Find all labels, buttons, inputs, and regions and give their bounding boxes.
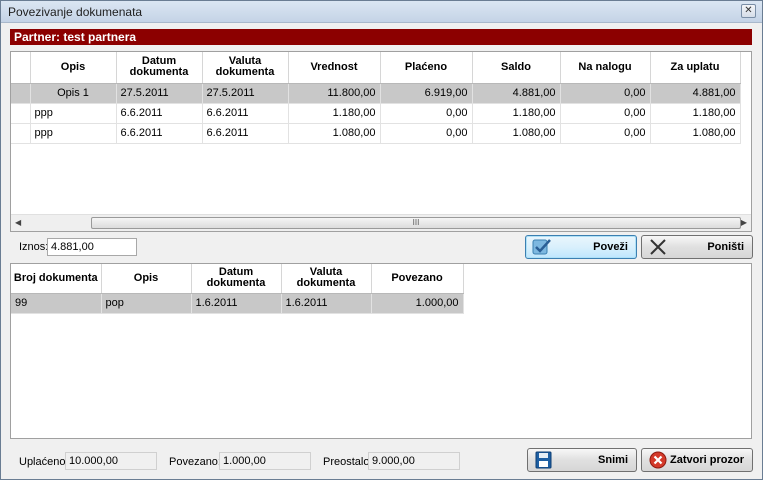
- povezi-button[interactable]: Poveži: [525, 235, 637, 259]
- povezano-field: 1.000,00: [219, 452, 311, 470]
- cell-za-uplatu: 1.080,00: [650, 123, 741, 144]
- checkmark-icon: [532, 239, 551, 255]
- cell-datum: 6.6.2011: [116, 123, 203, 144]
- header-row: Broj dokumenta Opis Datum dokumenta Valu…: [11, 264, 464, 294]
- cell-opis: ppp: [30, 103, 117, 124]
- povezano-label: Povezano:: [169, 456, 221, 468]
- column-header-povezano[interactable]: Povezano: [371, 264, 464, 294]
- cell-za-uplatu: 1.180,00: [650, 103, 741, 124]
- column-header-datum[interactable]: Datum dokumenta: [116, 52, 203, 84]
- dialog-window: Povezivanje dokumenata ✕ Partner: test p…: [0, 0, 763, 480]
- column-header-saldo[interactable]: Saldo: [472, 52, 561, 84]
- cell-na-nalogu: 0,00: [560, 83, 651, 104]
- zatvori-label: Zatvori prozor: [670, 454, 744, 466]
- save-icon: [535, 451, 552, 469]
- cell-placeno: 6.919,00: [380, 83, 473, 104]
- cell-valuta: 6.6.2011: [202, 123, 289, 144]
- cell-vrednost: 1.180,00: [288, 103, 381, 124]
- uplaceno-field: 10.000,00: [65, 452, 157, 470]
- cell-saldo: 1.080,00: [472, 123, 561, 144]
- cell-opis: ppp: [30, 123, 117, 144]
- cell-datum: 6.6.2011: [116, 103, 203, 124]
- zatvori-button[interactable]: Zatvori prozor: [641, 448, 753, 472]
- column-header-valuta[interactable]: Valuta dokumenta: [202, 52, 289, 84]
- iznos-input[interactable]: 4.881,00: [47, 238, 137, 256]
- cell-opis: Opis 1: [30, 83, 117, 104]
- cell-valuta: 1.6.2011: [281, 293, 372, 314]
- column-header-datum[interactable]: Datum dokumenta: [191, 264, 282, 294]
- column-header-opis[interactable]: Opis: [101, 264, 192, 294]
- cell-placeno: 0,00: [380, 103, 473, 124]
- horizontal-scrollbar[interactable]: ◀ III ▶: [11, 214, 751, 231]
- cell-datum: 1.6.2011: [191, 293, 282, 314]
- cell-vrednost: 11.800,00: [288, 83, 381, 104]
- cell-na-nalogu: 0,00: [560, 123, 651, 144]
- row-selector[interactable]: [11, 103, 31, 124]
- row-selector[interactable]: [11, 123, 31, 144]
- cell-valuta: 6.6.2011: [202, 103, 289, 124]
- documents-grid[interactable]: Opis Datum dokumenta Valuta dokumenta Vr…: [10, 51, 752, 232]
- table-row[interactable]: ppp 6.6.2011 6.6.2011 1.180,00 0,00 1.18…: [11, 103, 741, 124]
- uplaceno-label: Uplaćeno:: [19, 456, 69, 468]
- column-header-vrednost[interactable]: Vrednost: [288, 52, 381, 84]
- table-row[interactable]: 99 pop 1.6.2011 1.6.2011 1.000,00: [11, 293, 464, 314]
- column-header-opis[interactable]: Opis: [30, 52, 117, 84]
- cell-povezano: 1.000,00: [371, 293, 464, 314]
- ponisti-button[interactable]: Poništi: [641, 235, 753, 259]
- povezi-label: Poveži: [593, 241, 628, 253]
- close-window-button[interactable]: ✕: [741, 4, 756, 18]
- cell-opis: pop: [101, 293, 192, 314]
- preostalo-field: 9.000,00: [368, 452, 460, 470]
- row-header-corner: [11, 52, 31, 84]
- cell-placeno: 0,00: [380, 123, 473, 144]
- header-row: Opis Datum dokumenta Valuta dokumenta Vr…: [11, 52, 741, 84]
- cell-saldo: 1.180,00: [472, 103, 561, 124]
- cell-datum: 27.5.2011: [116, 83, 203, 104]
- close-circle-icon: [649, 451, 667, 469]
- cell-saldo: 4.881,00: [472, 83, 561, 104]
- window-title: Povezivanje dokumenata: [8, 5, 143, 19]
- title-bar: Povezivanje dokumenata ✕: [1, 1, 762, 23]
- iznos-label: Iznos:: [19, 241, 49, 253]
- scroll-left-icon[interactable]: ◀: [15, 218, 21, 227]
- x-icon: [650, 239, 666, 255]
- column-header-broj[interactable]: Broj dokumenta: [11, 264, 102, 294]
- column-header-za-uplatu[interactable]: Za uplatu: [650, 52, 741, 84]
- table-row[interactable]: Opis 1 27.5.2011 27.5.2011 11.800,00 6.9…: [11, 83, 741, 104]
- scroll-right-icon[interactable]: ▶: [741, 218, 747, 227]
- ponisti-label: Poništi: [707, 241, 744, 253]
- linked-documents-grid[interactable]: Broj dokumenta Opis Datum dokumenta Valu…: [10, 263, 752, 439]
- partner-header: Partner: test partnera: [10, 29, 752, 45]
- cell-vrednost: 1.080,00: [288, 123, 381, 144]
- column-header-placeno[interactable]: Plaćeno: [380, 52, 473, 84]
- column-header-na-nalogu[interactable]: Na nalogu: [560, 52, 651, 84]
- cell-broj: 99: [11, 293, 102, 314]
- table-row[interactable]: ppp 6.6.2011 6.6.2011 1.080,00 0,00 1.08…: [11, 123, 741, 144]
- snimi-button[interactable]: Snimi: [527, 448, 637, 472]
- close-icon: ✕: [744, 5, 753, 16]
- column-header-valuta[interactable]: Valuta dokumenta: [281, 264, 372, 294]
- cell-valuta: 27.5.2011: [202, 83, 289, 104]
- snimi-label: Snimi: [598, 454, 628, 466]
- scrollbar-thumb[interactable]: III: [91, 217, 741, 229]
- cell-za-uplatu: 4.881,00: [650, 83, 741, 104]
- preostalo-label: Preostalo:: [323, 456, 373, 468]
- row-selector[interactable]: [11, 83, 31, 104]
- cell-na-nalogu: 0,00: [560, 103, 651, 124]
